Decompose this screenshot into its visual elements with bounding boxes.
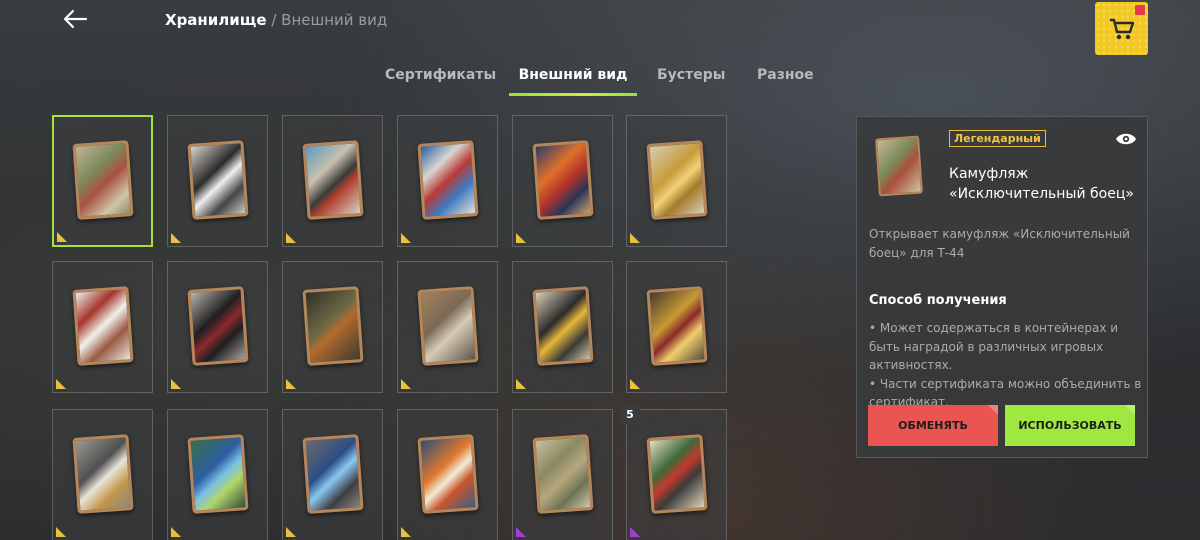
legendary-rarity-marker	[286, 379, 296, 389]
legendary-rarity-marker	[401, 233, 411, 243]
inventory-item-pixel-camo[interactable]	[512, 409, 613, 540]
item-name-line2: «Исключительный боец»	[949, 186, 1134, 202]
item-details-panel: Легендарный Камуфляж «Исключительный бое…	[856, 116, 1148, 458]
tab-bar: Сертификаты Внешний вид Бустеры Разное	[0, 56, 1200, 96]
item-card-image	[302, 140, 364, 220]
inventory-item-brown-scales[interactable]	[397, 261, 498, 393]
item-card-image	[302, 286, 364, 366]
use-button[interactable]: ИСПОЛЬЗОВАТЬ	[1005, 405, 1135, 446]
shop-button[interactable]	[1095, 2, 1148, 55]
legendary-rarity-marker	[171, 233, 181, 243]
inventory-item-eagle-chevron[interactable]	[52, 409, 153, 540]
inventory-item-blue-geometry[interactable]	[282, 115, 383, 247]
legendary-rarity-marker	[57, 232, 67, 242]
legendary-rarity-marker	[401, 527, 411, 537]
inventory-item-blue-red-stripes[interactable]	[397, 115, 498, 247]
inventory-item-black-demon[interactable]	[167, 261, 268, 393]
obtain-method-list: • Может содержаться в контейнерах и быть…	[869, 319, 1144, 412]
inventory-item-dark-rhino[interactable]	[167, 115, 268, 247]
inventory-item-koi-fish[interactable]	[397, 409, 498, 540]
inventory-item-gold-dragon[interactable]	[626, 261, 727, 393]
cart-icon	[1110, 18, 1135, 40]
gift-badge-icon	[1135, 5, 1145, 15]
tab-boosters[interactable]: Бустеры	[657, 56, 725, 94]
legendary-rarity-marker	[286, 527, 296, 537]
item-card-image	[72, 140, 134, 220]
item-name: Камуфляж «Исключительный боец»	[949, 164, 1139, 204]
inventory-item-t44-art[interactable]	[626, 409, 727, 540]
legendary-rarity-marker	[171, 379, 181, 389]
back-button[interactable]	[62, 8, 90, 32]
inventory-item-white-claws[interactable]	[52, 261, 153, 393]
inventory-item-map-blue[interactable]	[167, 409, 268, 540]
breadcrumb-current[interactable]: Хранилище	[165, 11, 267, 29]
legendary-rarity-marker	[171, 527, 181, 537]
preview-button[interactable]	[1115, 131, 1137, 150]
rarity-badge: Легендарный	[949, 130, 1046, 147]
item-card-image	[187, 434, 249, 514]
breadcrumb-sub: Внешний вид	[281, 11, 388, 29]
inventory-item-camo-green[interactable]	[52, 115, 153, 247]
item-card-image	[417, 434, 479, 514]
inventory-item-panther[interactable]	[512, 261, 613, 393]
legendary-rarity-marker	[630, 233, 640, 243]
inventory-item-gold-lion[interactable]	[626, 115, 727, 247]
item-card-image	[72, 434, 134, 514]
item-card-image	[646, 434, 708, 514]
legendary-rarity-marker	[516, 379, 526, 389]
item-thumbnail	[875, 135, 923, 197]
eye-icon	[1116, 133, 1136, 145]
inventory-item-olive-split[interactable]	[282, 261, 383, 393]
item-card-image	[532, 286, 594, 366]
item-card-image	[646, 140, 708, 220]
item-card-image	[72, 286, 134, 366]
epic-rarity-marker	[630, 527, 640, 537]
tab-certificates[interactable]: Сертификаты	[385, 56, 496, 94]
exchange-button[interactable]: ОБМЕНЯТЬ	[868, 405, 998, 446]
item-card-image	[302, 434, 364, 514]
breadcrumb: Хранилище / Внешний вид	[165, 11, 387, 29]
item-card-image	[417, 286, 479, 366]
item-card-image	[187, 140, 249, 220]
tab-appearance[interactable]: Внешний вид	[509, 56, 637, 96]
epic-rarity-marker	[516, 527, 526, 537]
legendary-rarity-marker	[56, 527, 66, 537]
item-description: Открывает камуфляж «Исключительный боец»…	[869, 227, 1130, 260]
arrow-left-icon	[63, 9, 88, 29]
obtain-method-title: Способ получения	[869, 293, 1007, 308]
item-card-image	[646, 286, 708, 366]
tab-misc[interactable]: Разное	[757, 56, 814, 94]
item-card-image	[417, 140, 479, 220]
inventory-item-blue-crystal[interactable]	[282, 409, 383, 540]
legendary-rarity-marker	[401, 379, 411, 389]
obtain-method-item: • Может содержаться в контейнерах и быть…	[869, 321, 1119, 372]
breadcrumb-separator: /	[266, 11, 282, 29]
item-name-line1: Камуфляж	[949, 166, 1029, 182]
legendary-rarity-marker	[516, 233, 526, 243]
item-card-image	[532, 140, 594, 220]
inventory-item-orange-ornament[interactable]	[512, 115, 613, 247]
item-count-badge: 5	[620, 406, 640, 424]
item-card-image	[532, 434, 594, 514]
legendary-rarity-marker	[630, 379, 640, 389]
legendary-rarity-marker	[286, 233, 296, 243]
item-card-image	[187, 286, 249, 366]
legendary-rarity-marker	[56, 379, 66, 389]
